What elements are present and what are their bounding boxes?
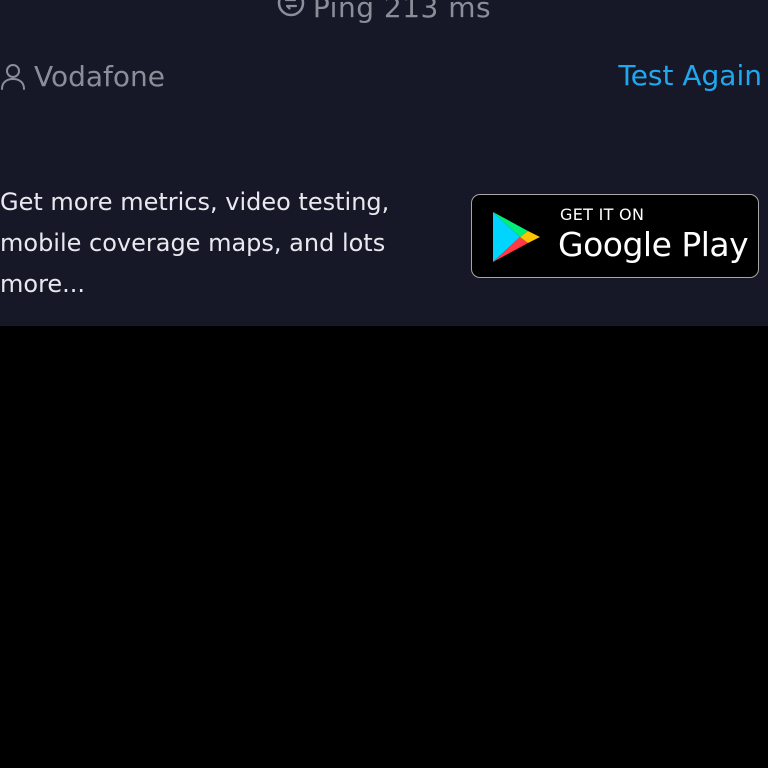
person-icon <box>0 62 26 90</box>
promo-text: Get more metrics, video testing, mobile … <box>0 188 390 298</box>
ping-icon <box>277 0 305 24</box>
test-again-button[interactable]: Test Again <box>618 56 762 96</box>
provider-name: Vodafone <box>34 59 166 93</box>
google-play-icon <box>490 209 544 269</box>
results-panel: Ping 213 ms Vodafone Test Again Get more… <box>0 0 768 326</box>
provider-info: Vodafone <box>0 56 165 96</box>
google-play-badge[interactable]: GET IT ON Google Play <box>471 194 759 278</box>
badge-line2: Google Play <box>558 225 749 264</box>
ping-indicator: Ping 213 ms <box>0 0 768 27</box>
badge-line1: GET IT ON <box>560 205 645 224</box>
ping-label: Ping 213 ms <box>312 0 492 24</box>
